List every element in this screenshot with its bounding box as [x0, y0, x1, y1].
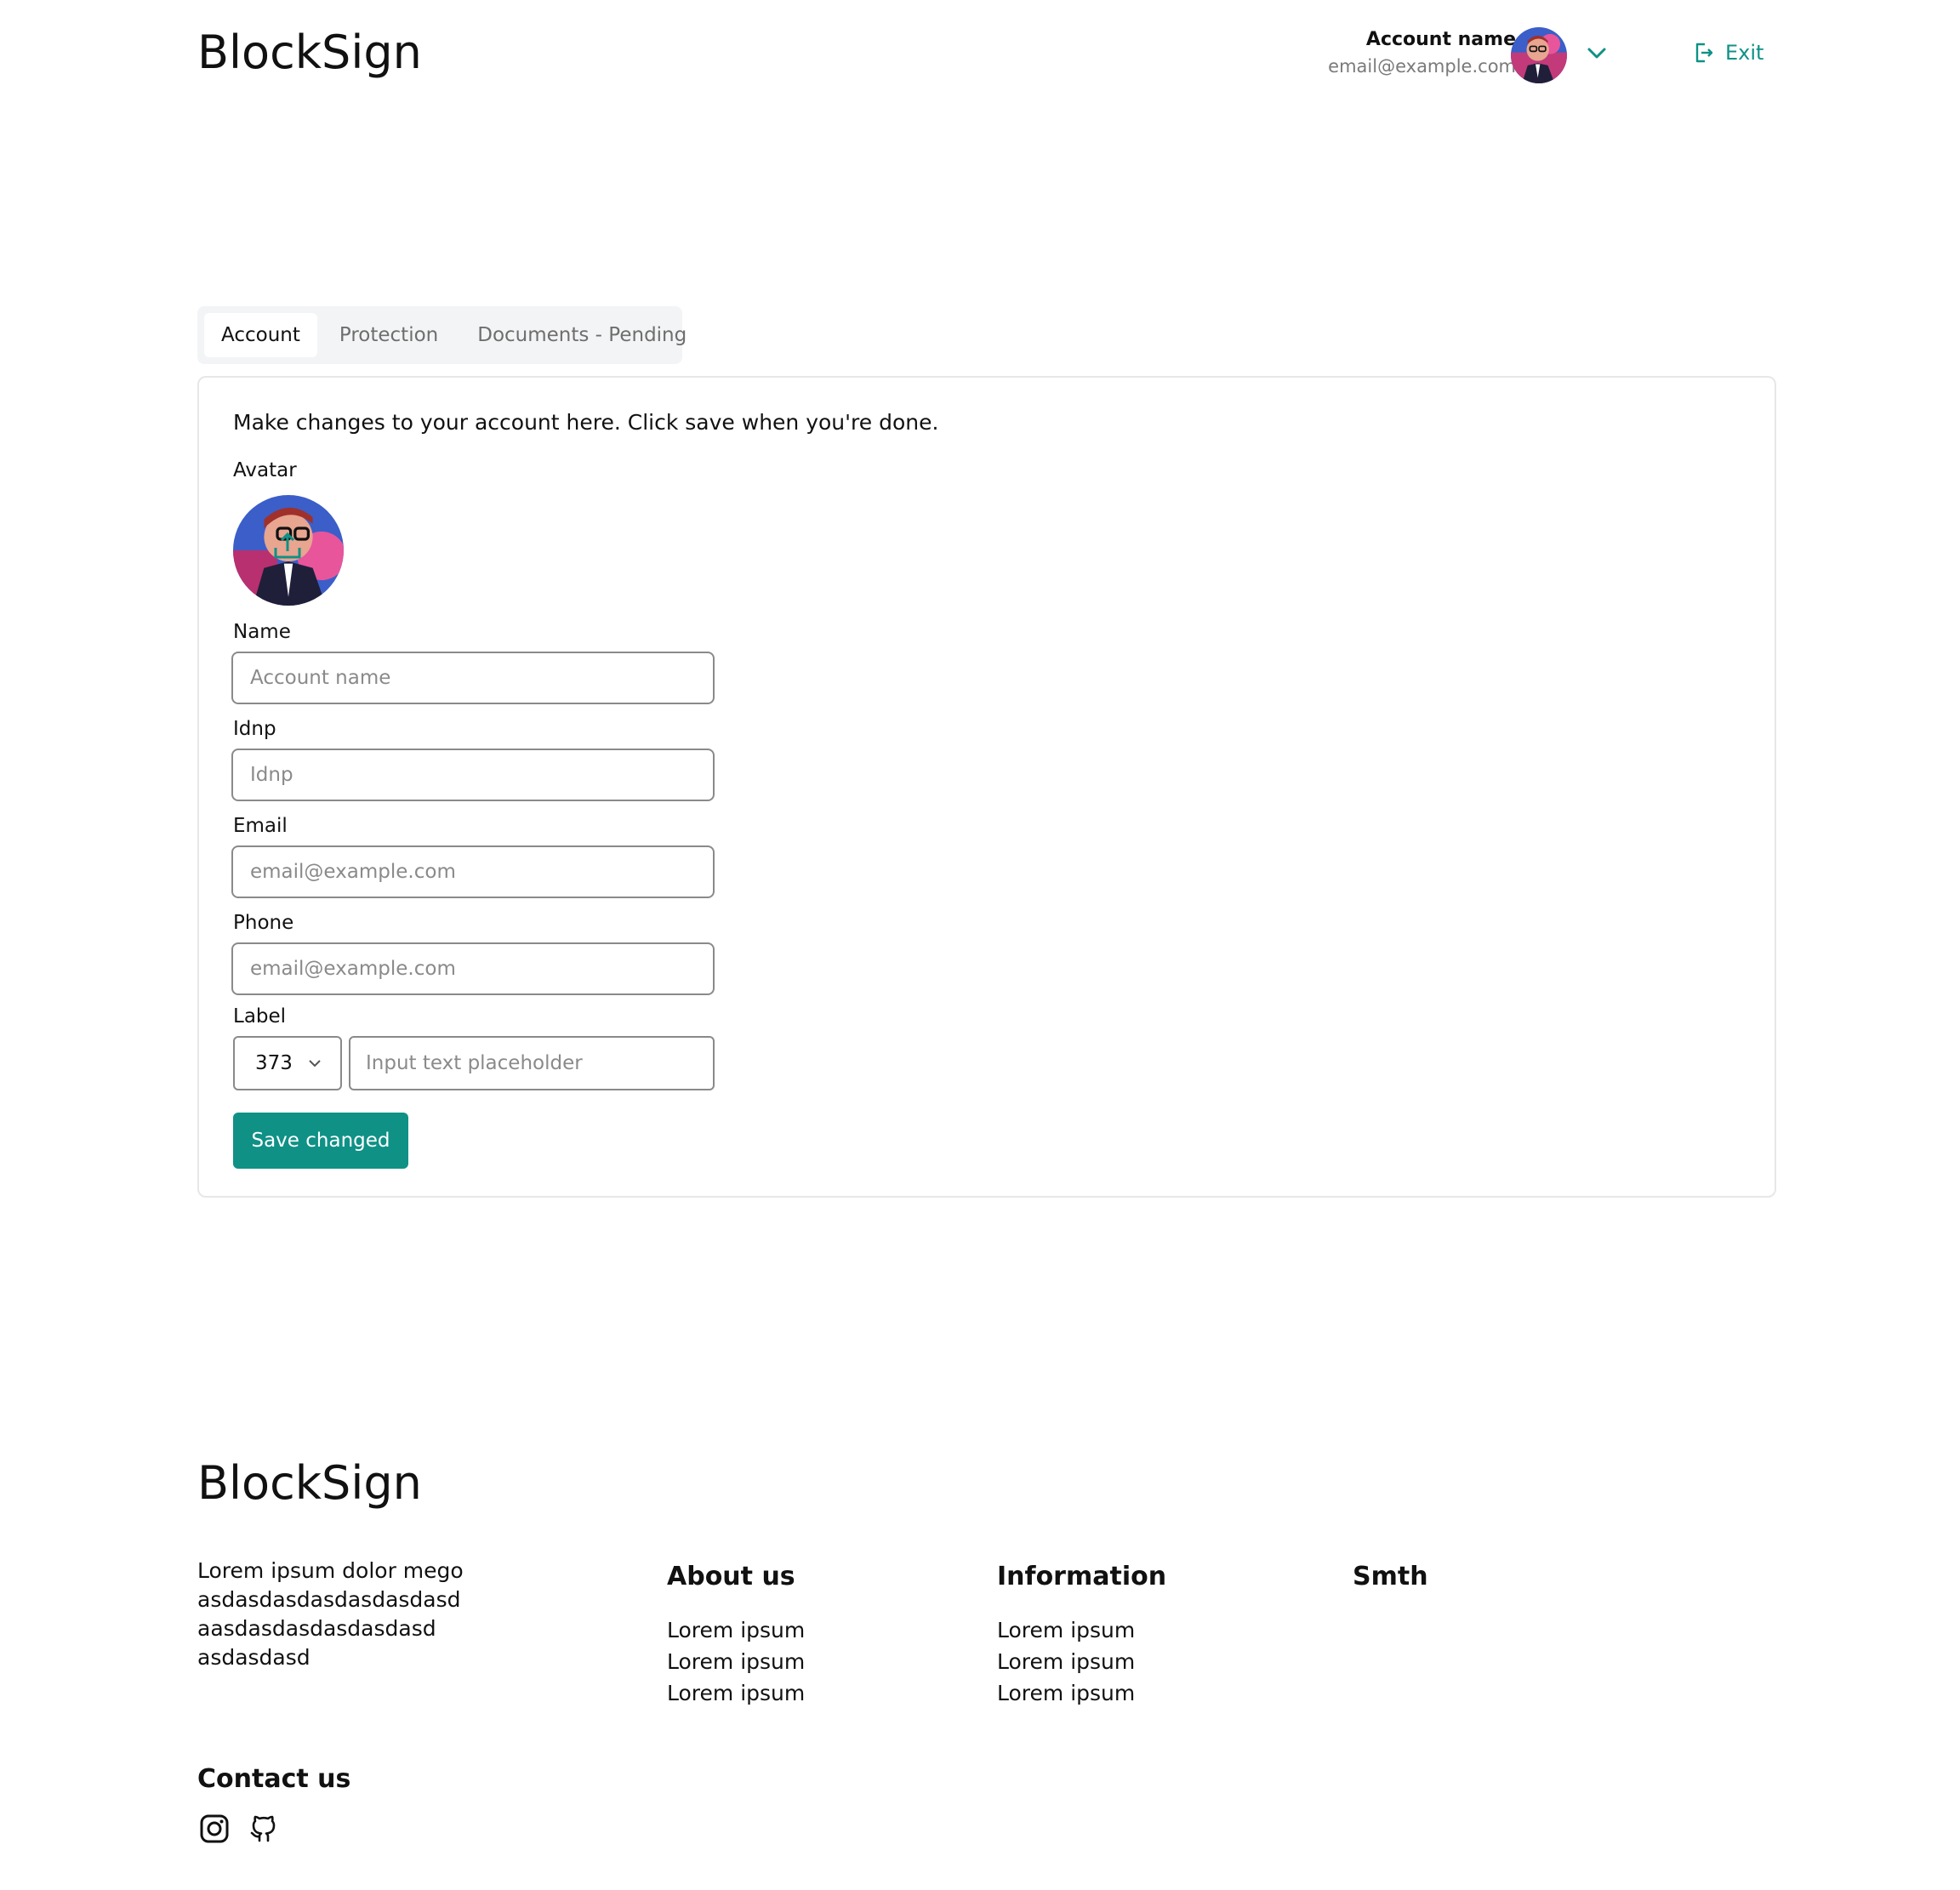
- chevron-down-icon: [309, 1060, 321, 1067]
- avatar[interactable]: [1511, 27, 1567, 83]
- email-label: Email: [233, 815, 288, 837]
- country-code-select[interactable]: 373: [233, 1036, 342, 1090]
- footer-link[interactable]: Lorem ipsum: [997, 1618, 1135, 1642]
- label-text-input[interactable]: [349, 1036, 715, 1090]
- header-logo[interactable]: BlockSign: [197, 26, 422, 79]
- upload-icon: [274, 532, 301, 559]
- footer-logo[interactable]: BlockSign: [197, 1456, 422, 1510]
- footer-link[interactable]: Lorem ipsum: [667, 1618, 805, 1642]
- footer-link[interactable]: Lorem ipsum: [667, 1649, 805, 1674]
- phone-label: Phone: [233, 912, 294, 934]
- avatar-upload[interactable]: [233, 495, 344, 606]
- footer-text-line: asdasdasdasdasdasdasd: [197, 1587, 461, 1612]
- tab-protection[interactable]: Protection: [322, 313, 455, 357]
- exit-button[interactable]: Exit: [1693, 41, 1763, 65]
- footer-link[interactable]: Lorem ipsum: [667, 1681, 805, 1705]
- avatar-label: Avatar: [233, 459, 297, 481]
- idnp-input[interactable]: [231, 749, 715, 801]
- country-code-value: 373: [255, 1052, 293, 1074]
- footer-link[interactable]: Lorem ipsum: [997, 1681, 1135, 1705]
- footer-text-line: Lorem ipsum dolor mego: [197, 1558, 464, 1583]
- tab-documents-pending[interactable]: Documents - Pending: [460, 313, 704, 357]
- email-input[interactable]: [231, 845, 715, 898]
- name-label: Name: [233, 621, 291, 643]
- contact-us-title: Contact us: [197, 1764, 351, 1794]
- tab-account[interactable]: Account: [204, 313, 317, 357]
- card-description: Make changes to your account here. Click…: [233, 410, 939, 435]
- footer-column-information-links: Lorem ipsum Lorem ipsum Lorem ipsum: [997, 1614, 1135, 1709]
- footer-text-line: asdasdasd: [197, 1645, 311, 1670]
- account-name: Account name: [1365, 29, 1516, 50]
- chevron-down-icon[interactable]: [1586, 44, 1608, 61]
- footer-link[interactable]: Lorem ipsum: [997, 1649, 1135, 1674]
- account-card: Make changes to your account here. Click…: [197, 376, 1776, 1198]
- account-info[interactable]: Account name email@example.com: [1328, 27, 1516, 80]
- footer-description: Lorem ipsum dolor mego asdasdasdasdasdas…: [197, 1557, 487, 1672]
- footer-column-information-title: Information: [997, 1562, 1167, 1591]
- tab-list: Account Protection Documents - Pending: [197, 306, 687, 364]
- idnp-label: Idnp: [233, 718, 276, 740]
- footer-column-smth-title: Smth: [1353, 1562, 1428, 1591]
- phone-input[interactable]: [231, 942, 715, 995]
- instagram-icon[interactable]: [199, 1813, 230, 1844]
- logout-icon: [1695, 43, 1713, 63]
- footer-column-about-links: Lorem ipsum Lorem ipsum Lorem ipsum: [667, 1614, 805, 1709]
- account-email: email@example.com: [1328, 56, 1516, 77]
- name-input[interactable]: [231, 652, 715, 704]
- github-icon[interactable]: [248, 1813, 279, 1844]
- label-label: Label: [233, 1005, 287, 1028]
- exit-label: Exit: [1725, 41, 1764, 65]
- save-button[interactable]: Save changed: [233, 1113, 408, 1169]
- footer-text-line: aasdasdasdasdasdasd: [197, 1616, 436, 1641]
- avatar-illustration-icon: [1511, 27, 1567, 83]
- footer-column-about-title: About us: [667, 1562, 795, 1591]
